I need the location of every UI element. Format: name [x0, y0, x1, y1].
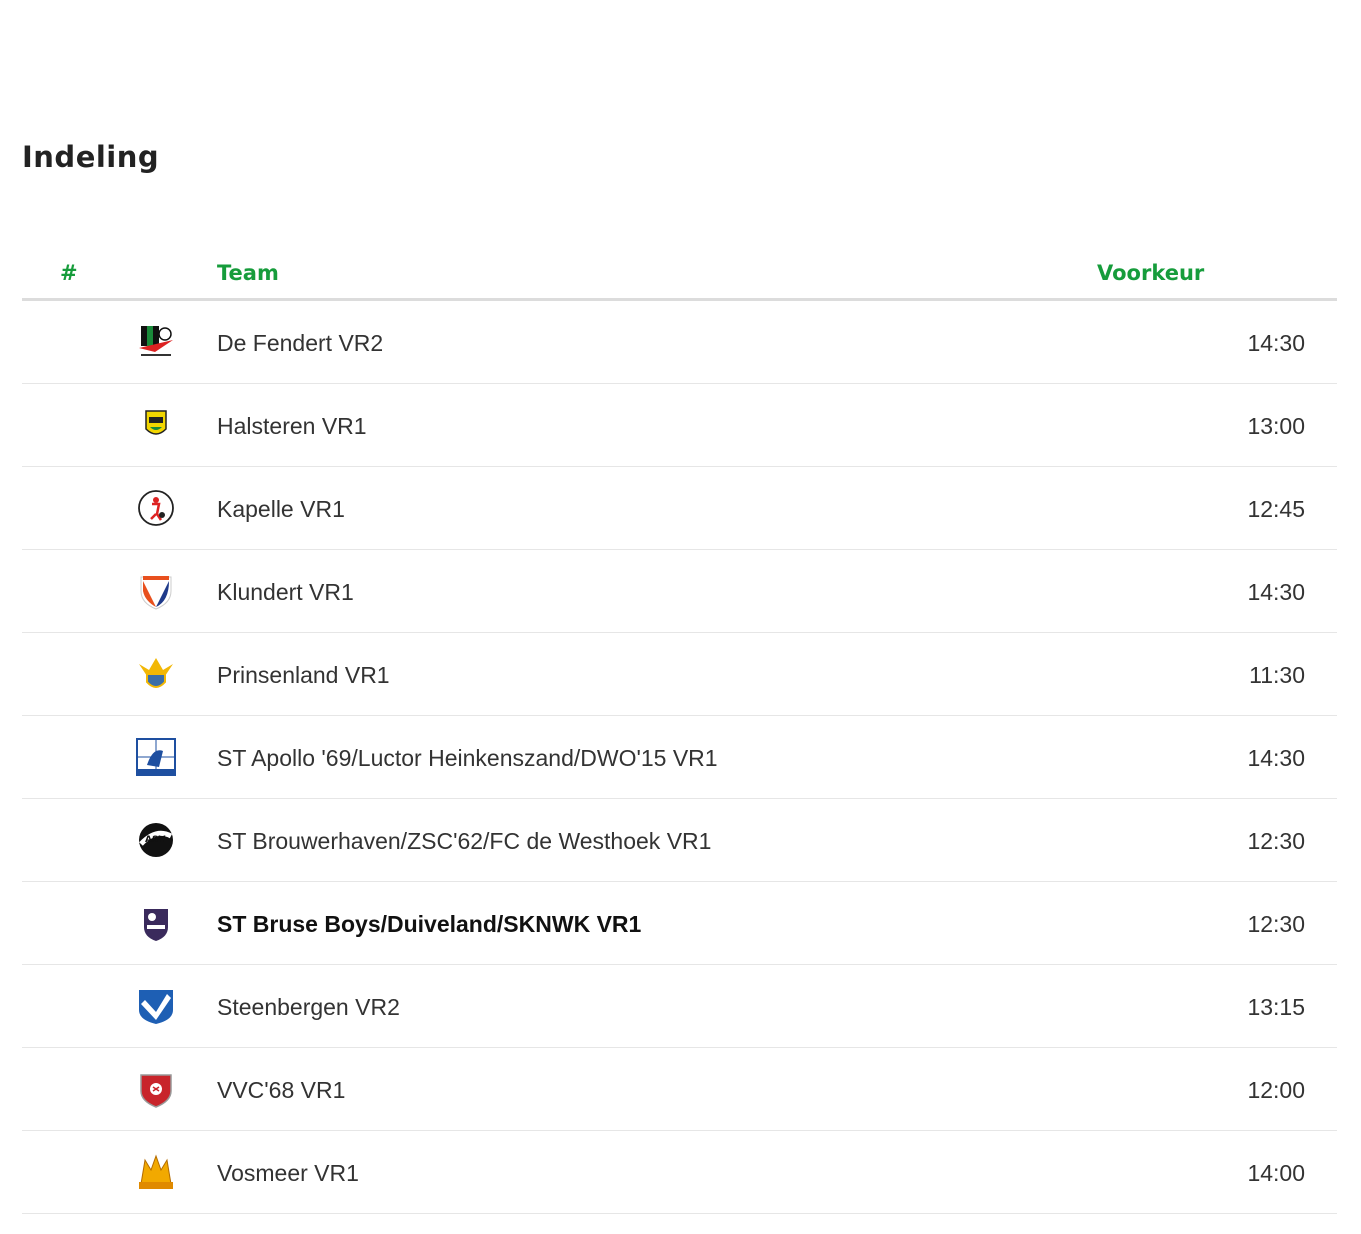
- halsteren-logo: [134, 405, 178, 445]
- page-title: Indeling: [22, 140, 160, 174]
- steenbergen-logo: [134, 986, 178, 1026]
- table-row[interactable]: ST Apollo '69/Luctor Heinkenszand/DWO'15…: [22, 716, 1337, 799]
- bruse-boys-logo: [134, 903, 178, 943]
- team-name[interactable]: Halsteren VR1: [217, 412, 367, 440]
- apollo-logo: [134, 737, 178, 777]
- team-name[interactable]: Vosmeer VR1: [217, 1159, 359, 1187]
- de-fendert-logo: [134, 322, 178, 362]
- preferred-time: 14:00: [1247, 1160, 1305, 1186]
- team-name[interactable]: De Fendert VR2: [217, 329, 383, 357]
- brouwerhaven-logo: ASV: [134, 820, 178, 860]
- preferred-time: 13:00: [1247, 413, 1305, 439]
- table-header: # Team Voorkeur: [22, 248, 1337, 301]
- table-row[interactable]: ASV ST Brouwerhaven/ZSC'62/FC de Westhoe…: [22, 799, 1337, 882]
- preferred-time: 12:45: [1247, 496, 1305, 522]
- preferred-time: 12:00: [1247, 1077, 1305, 1103]
- standings-table: # Team Voorkeur De Fendert VR2 14:30 Hal…: [22, 248, 1337, 1214]
- table-row[interactable]: Halsteren VR1 13:00: [22, 384, 1337, 467]
- vvc68-logo: [134, 1069, 178, 1109]
- team-name[interactable]: Steenbergen VR2: [217, 993, 400, 1021]
- team-name[interactable]: Prinsenland VR1: [217, 661, 390, 689]
- preferred-time: 14:30: [1247, 330, 1305, 356]
- table-row[interactable]: De Fendert VR2 14:30: [22, 301, 1337, 384]
- header-preference[interactable]: Voorkeur: [1097, 260, 1204, 286]
- team-name[interactable]: ST Brouwerhaven/ZSC'62/FC de Westhoek VR…: [217, 827, 711, 855]
- table-row[interactable]: Kapelle VR1 12:45: [22, 467, 1337, 550]
- team-name[interactable]: VVC'68 VR1: [217, 1076, 345, 1104]
- preferred-time: 12:30: [1247, 828, 1305, 854]
- team-name[interactable]: ST Apollo '69/Luctor Heinkenszand/DWO'15…: [217, 744, 718, 772]
- team-name[interactable]: Klundert VR1: [217, 578, 354, 606]
- header-number[interactable]: #: [60, 260, 78, 286]
- klundert-logo: [134, 571, 178, 611]
- team-name[interactable]: ST Bruse Boys/Duiveland/SKNWK VR1: [217, 910, 641, 938]
- table-row[interactable]: Klundert VR1 14:30: [22, 550, 1337, 633]
- header-team[interactable]: Team: [217, 260, 279, 286]
- table-row[interactable]: Steenbergen VR2 13:15: [22, 965, 1337, 1048]
- table-row[interactable]: VVC'68 VR1 12:00: [22, 1048, 1337, 1131]
- preferred-time: 14:30: [1247, 579, 1305, 605]
- preferred-time: 14:30: [1247, 745, 1305, 771]
- svg-text:ASV: ASV: [145, 835, 165, 845]
- table-row-own-team[interactable]: ST Bruse Boys/Duiveland/SKNWK VR1 12:30: [22, 882, 1337, 965]
- preferred-time: 13:15: [1247, 994, 1305, 1020]
- table-row[interactable]: Prinsenland VR1 11:30: [22, 633, 1337, 716]
- table-row[interactable]: Vosmeer VR1 14:00: [22, 1131, 1337, 1214]
- prinsenland-logo: [134, 654, 178, 694]
- team-name[interactable]: Kapelle VR1: [217, 495, 345, 523]
- kapelle-logo: [134, 488, 178, 528]
- preferred-time: 11:30: [1249, 662, 1305, 688]
- vosmeer-logo: [134, 1152, 178, 1192]
- preferred-time: 12:30: [1247, 911, 1305, 937]
